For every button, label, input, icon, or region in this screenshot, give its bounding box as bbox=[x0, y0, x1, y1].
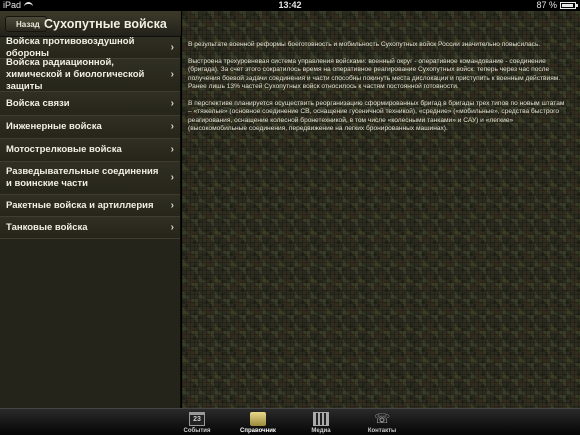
chevron-right-icon: › bbox=[170, 144, 174, 155]
book-icon bbox=[250, 412, 266, 426]
tab-label: Контакты bbox=[367, 428, 397, 434]
tab-label: Медиа bbox=[311, 428, 331, 434]
article-text: В результате военной реформы боеготовнос… bbox=[188, 41, 568, 142]
page-title: Сухопутные войска bbox=[44, 17, 167, 31]
menu-item-label: Войска противовоздушной обороны bbox=[6, 35, 135, 59]
menu-item-engineer-troops[interactable]: Инженерные войска › bbox=[0, 116, 180, 139]
clock: 13:42 bbox=[278, 0, 302, 10]
menu-item-label: Войска радиационной, химической и биолог… bbox=[6, 57, 145, 92]
battery-status: 87 % bbox=[536, 0, 578, 11]
paragraph: Выстроена трехуровневая система управлен… bbox=[188, 57, 561, 91]
phone-icon: ☏ bbox=[374, 411, 391, 426]
battery-percent: 87 % bbox=[536, 0, 557, 10]
tab-label: События bbox=[183, 428, 211, 434]
tab-bar: 23 События Справочник Медиа ☏ Контакты bbox=[0, 408, 580, 435]
calendar-icon: 23 bbox=[189, 412, 205, 426]
menu-item-label: Разведывательные соединения и воинские ч… bbox=[6, 166, 159, 189]
menu-item-nbc-protection[interactable]: Войска радиационной, химической и биолог… bbox=[0, 57, 180, 92]
menu-item-label: Танковые войска bbox=[6, 221, 88, 233]
tab-events[interactable]: 23 События bbox=[167, 409, 227, 435]
chevron-right-icon: › bbox=[170, 69, 174, 80]
chevron-right-icon: › bbox=[170, 97, 174, 109]
sidebar-menu: Войска противовоздушной обороны › Войска… bbox=[0, 35, 181, 408]
menu-item-label: Инженерные войска bbox=[6, 121, 102, 132]
tab-contacts[interactable]: ☏ Контакты bbox=[352, 409, 412, 435]
paragraph: В перспективе планируется осуществить ре… bbox=[188, 99, 565, 133]
paragraph: В результате военной реформы боеготовнос… bbox=[188, 41, 541, 48]
tab-label: Справочник bbox=[240, 428, 276, 434]
chevron-right-icon: › bbox=[170, 221, 174, 233]
menu-item-signal-troops[interactable]: Войска связи › bbox=[0, 92, 180, 116]
menu-item-missile-artillery[interactable]: Ракетные войска и артиллерия › bbox=[0, 195, 180, 217]
back-button[interactable]: Назад bbox=[5, 16, 47, 32]
chevron-right-icon: › bbox=[170, 121, 174, 132]
menu-item-motor-rifle[interactable]: Мотострелковые войска › bbox=[0, 139, 180, 162]
menu-item-label: Мотострелковые войска bbox=[6, 144, 122, 155]
menu-item-tank-troops[interactable]: Танковые войска › bbox=[0, 217, 180, 239]
menu-item-label: Войска связи bbox=[6, 97, 70, 109]
menu-item-reconnaissance[interactable]: Разведывательные соединения и воинские ч… bbox=[0, 162, 180, 195]
chevron-right-icon: › bbox=[170, 41, 174, 53]
tab-media[interactable]: Медиа bbox=[291, 409, 351, 435]
menu-item-air-defense[interactable]: Войска противовоздушной обороны › bbox=[0, 35, 180, 59]
tab-directory[interactable]: Справочник bbox=[228, 409, 288, 435]
status-bar: iPad 13:42 87 % bbox=[0, 0, 580, 11]
menu-item-label: Ракетные войска и артиллерия bbox=[6, 199, 154, 211]
battery-icon bbox=[560, 2, 578, 9]
chevron-right-icon: › bbox=[170, 199, 174, 211]
chevron-right-icon: › bbox=[170, 172, 174, 183]
film-icon bbox=[313, 412, 329, 426]
content-panel: В результате военной реформы боеготовнос… bbox=[182, 11, 580, 408]
navigation-bar: Назад Сухопутные войска bbox=[0, 11, 181, 37]
